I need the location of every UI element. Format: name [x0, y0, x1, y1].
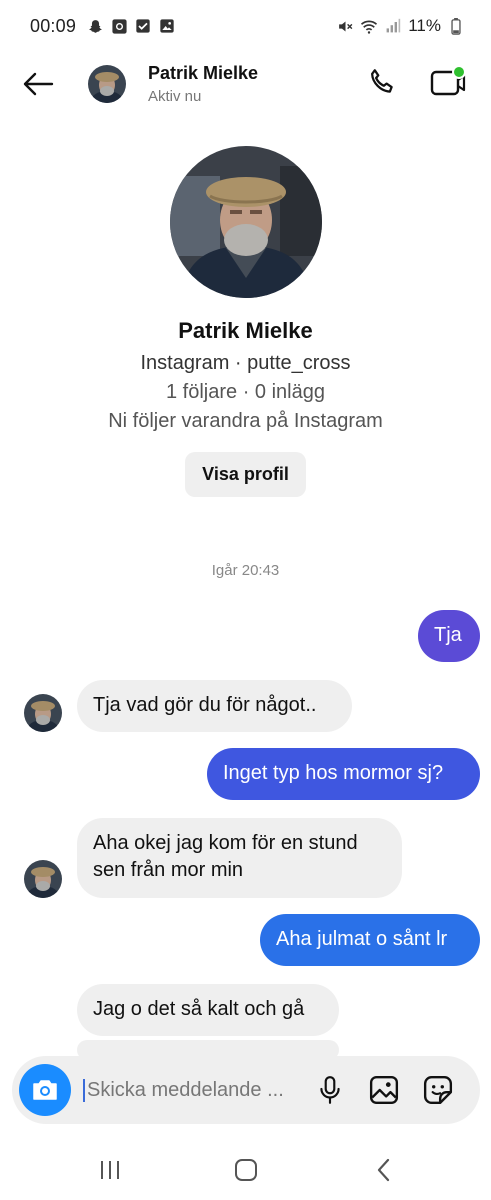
- profile-mutual-follow: Ni följer varandra på Instagram: [108, 410, 383, 432]
- home-button[interactable]: [226, 1154, 266, 1186]
- battery-percent: 11%: [408, 16, 441, 35]
- header-info[interactable]: Patrik Mielke Aktiv nu: [148, 63, 258, 105]
- gallery-icon: [158, 17, 176, 35]
- system-nav-bar: [0, 1140, 491, 1200]
- check-icon: [134, 17, 152, 35]
- status-right-icons: 11%: [336, 16, 465, 36]
- message-incoming[interactable]: Tja vad gör du för något..: [77, 680, 352, 732]
- chevron-left-icon: [377, 1158, 390, 1182]
- conversation-timestamp: Igår 20:43: [211, 562, 280, 579]
- snapchat-icon: [86, 17, 104, 35]
- microphone-icon: [320, 1076, 340, 1104]
- phone-icon: [371, 69, 393, 93]
- back-nav-button[interactable]: [364, 1154, 404, 1186]
- video-call-button[interactable]: [426, 62, 470, 102]
- recent-apps-button[interactable]: [90, 1154, 130, 1186]
- gallery-button[interactable]: [366, 1072, 402, 1108]
- voice-message-button[interactable]: [312, 1072, 348, 1108]
- battery-icon: [447, 17, 465, 35]
- status-bar: 00:09 11%: [0, 0, 491, 52]
- mute-icon: [336, 17, 354, 35]
- camera-button[interactable]: [19, 1064, 71, 1116]
- recent-apps-icon: [101, 1161, 119, 1179]
- status-time: 00:09: [30, 15, 77, 36]
- sticker-icon: [423, 1075, 453, 1105]
- sticker-button[interactable]: [420, 1072, 456, 1108]
- back-button[interactable]: [18, 64, 58, 104]
- message-outgoing[interactable]: Aha julmat o sånt lr: [260, 914, 480, 966]
- message-composer: [12, 1056, 480, 1124]
- message-outgoing[interactable]: Tja: [418, 610, 480, 662]
- status-left-icons: [86, 17, 176, 35]
- camera-icon: [33, 1080, 57, 1100]
- profile-card: Patrik Mielke Instagram · putte_cross 1 …: [0, 146, 491, 497]
- profile-avatar[interactable]: [169, 146, 322, 298]
- audio-call-button[interactable]: [362, 62, 402, 102]
- profile-platform-username: Instagram · putte_cross: [140, 352, 351, 374]
- message-outgoing[interactable]: Inget typ hos mormor sj?: [207, 748, 480, 800]
- camera-icon: [110, 17, 128, 35]
- message-incoming[interactable]: Jag o det så kalt och gå: [77, 984, 339, 1036]
- home-icon: [235, 1159, 257, 1181]
- view-profile-button[interactable]: Visa profil: [185, 452, 306, 497]
- sender-avatar[interactable]: [24, 860, 62, 898]
- profile-stats: 1 följare · 0 inlägg: [166, 381, 325, 403]
- signal-icon: [384, 17, 402, 35]
- message-incoming[interactable]: Aha okej jag kom för en stund sen från m…: [77, 818, 402, 898]
- sender-avatar[interactable]: [24, 694, 62, 732]
- header-active-status: Aktiv nu: [148, 88, 202, 105]
- image-icon: [369, 1075, 399, 1105]
- message-input[interactable]: [83, 1078, 303, 1102]
- wifi-icon: [360, 17, 378, 35]
- profile-name: Patrik Mielke: [178, 318, 313, 343]
- header-name: Patrik Mielke: [148, 63, 259, 83]
- video-camera-icon: [430, 65, 466, 96]
- chat-header: Patrik Mielke Aktiv nu: [0, 52, 491, 116]
- header-avatar[interactable]: [88, 65, 126, 103]
- back-arrow-icon: [23, 72, 54, 96]
